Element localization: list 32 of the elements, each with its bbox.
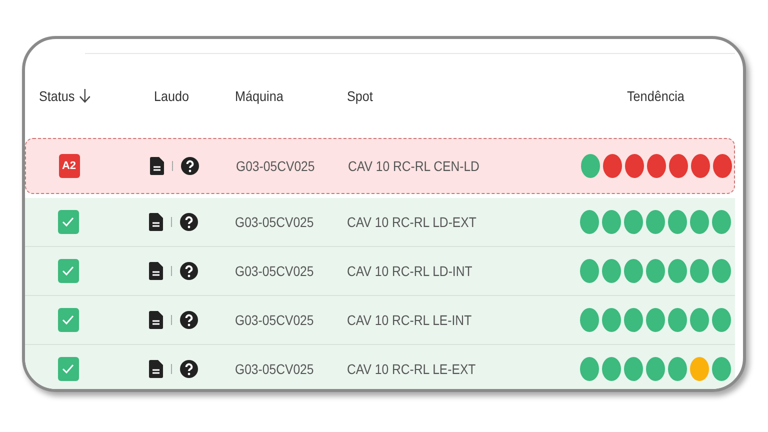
help-icon[interactable] xyxy=(180,213,198,231)
document-icon[interactable] xyxy=(148,213,162,231)
table-row[interactable]: G03-05CV025 CAV 10 RC-RL LE-EXT xyxy=(25,345,735,389)
spot-cell: CAV 10 RC-RL LE-EXT xyxy=(347,361,476,377)
column-header[interactable]: Tendência xyxy=(627,88,685,104)
spot-cell: CAV 10 RC-RL LE-INT xyxy=(347,312,472,328)
help-icon[interactable] xyxy=(180,311,198,329)
document-icon[interactable] xyxy=(148,262,162,280)
help-icon[interactable] xyxy=(180,262,198,280)
alert-badge: A2 xyxy=(58,154,80,178)
help-icon[interactable] xyxy=(180,360,198,378)
spot-cell: CAV 10 RC-RL LD-EXT xyxy=(347,214,476,230)
table-row[interactable]: G03-05CV025 CAV 10 RC-RL LD-EXT xyxy=(25,198,735,247)
document-icon[interactable] xyxy=(148,311,162,329)
machine-cell: G03-05CV025 xyxy=(235,312,314,328)
machine-cell: G03-05CV025 xyxy=(236,158,315,174)
machine-cell: G03-05CV025 xyxy=(235,263,314,279)
machine-cell: G03-05CV025 xyxy=(235,214,314,230)
column-header[interactable]: Máquina xyxy=(235,88,284,104)
spot-cell: CAV 10 RC-RL LD-INT xyxy=(347,263,472,279)
help-icon[interactable] xyxy=(180,157,198,175)
table-row[interactable]: A2 G03-05CV025 CAV 10 RC-RL CEN-LD xyxy=(25,138,735,194)
spot-cell: CAV 10 RC-RL CEN-LD xyxy=(348,158,480,174)
column-header[interactable]: Status xyxy=(39,88,92,104)
column-header[interactable]: Laudo xyxy=(154,88,189,104)
sort-arrow-icon[interactable] xyxy=(78,88,92,104)
machine-cell: G03-05CV025 xyxy=(235,361,314,377)
table-row[interactable]: G03-05CV025 CAV 10 RC-RL LD-INT xyxy=(25,247,735,296)
column-header[interactable]: Spot xyxy=(347,88,373,104)
table-row[interactable]: G03-05CV025 CAV 10 RC-RL LE-INT xyxy=(25,296,735,345)
document-icon[interactable] xyxy=(150,157,164,175)
document-icon[interactable] xyxy=(148,360,162,378)
